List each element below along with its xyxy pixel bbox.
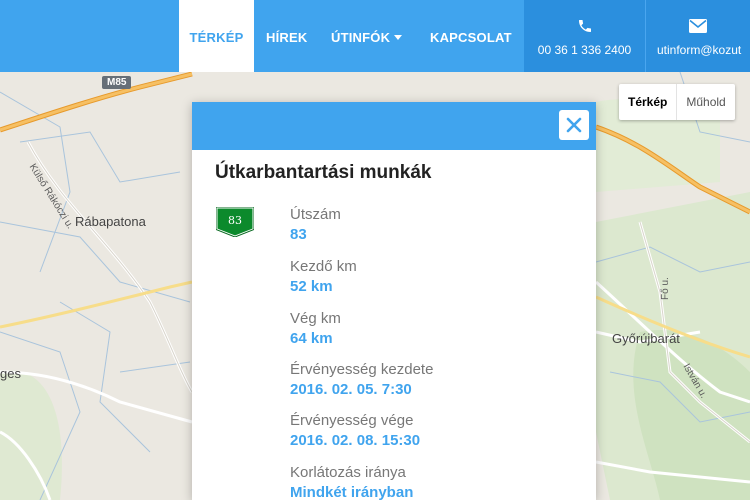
map-label-town: ges [0, 366, 21, 381]
field-valid-to: Érvényesség vége 2016. 02. 08. 15:30 [290, 412, 420, 450]
field-start-km: Kezdő km 52 km [290, 258, 357, 296]
panel-header [192, 102, 596, 150]
field-label: Érvényesség kezdete [290, 361, 434, 378]
email-address: utinform@kozut [657, 43, 742, 57]
field-value: 64 km [290, 330, 333, 347]
field-label: Korlátozás iránya [290, 464, 406, 481]
map-type-muhold[interactable]: Műhold [677, 84, 734, 120]
panel-title: Útkarbantartási munkák [215, 162, 432, 183]
map-label-town: Rábapatona [75, 214, 146, 229]
field-label: Vég km [290, 310, 341, 327]
envelope-icon [689, 19, 707, 33]
field-value: Mindkét irányban [290, 484, 414, 500]
field-label: Érvényesség vége [290, 412, 414, 429]
phone-contact[interactable]: 00 36 1 336 2400 [524, 0, 645, 72]
field-value: 52 km [290, 278, 333, 295]
highway-shield: M85 [102, 76, 132, 89]
road-badge-number: 83 [228, 214, 242, 227]
map-label-town: Győrújbarát [612, 331, 680, 346]
field-value: 2016. 02. 05. 7:30 [290, 381, 412, 398]
phone-icon [578, 20, 591, 32]
email-contact[interactable]: utinform@kozut [646, 0, 750, 72]
map-type-terkep[interactable]: Térkép [619, 84, 678, 120]
road-number-badge: 83 [216, 207, 254, 237]
chevron-down-icon [394, 35, 403, 41]
nav-item-kapcsolat[interactable]: KAPCSOLAT [430, 0, 512, 72]
nav-item-hirek[interactable]: HÍREK [266, 0, 307, 72]
map-type-control: Térkép Műhold [619, 84, 735, 120]
field-value: 2016. 02. 08. 15:30 [290, 432, 421, 449]
field-end-km: Vég km 64 km [290, 310, 341, 348]
nav-item-label: HÍREK [266, 30, 308, 45]
field-label: Kezdő km [290, 258, 357, 275]
contact-divider [645, 0, 646, 72]
field-label: Útszám [290, 206, 341, 223]
close-button[interactable] [559, 110, 589, 140]
field-road-number: Útszám 83 [290, 206, 341, 244]
nav-item-label: TÉRKÉP [189, 30, 244, 45]
nav-item-label: KAPCSOLAT [430, 30, 512, 45]
field-value: 83 [290, 226, 307, 243]
field-direction: Korlátozás iránya Mindkét irányban [290, 464, 413, 500]
top-navbar: TÉRKÉP HÍREK ÚTINFÓK KAPCSOLAT 00 36 1 3… [0, 0, 750, 72]
field-valid-from: Érvényesség kezdete 2016. 02. 05. 7:30 [290, 361, 433, 399]
roadwork-info-panel: Útkarbantartási munkák 83 Útszám 83 Kezd… [192, 102, 596, 500]
phone-number: 00 36 1 336 2400 [537, 43, 632, 57]
close-icon [566, 117, 582, 133]
nav-item-label: ÚTINFÓK [331, 30, 391, 45]
map-label-street: Fő u. [660, 277, 671, 300]
nav-item-terkep[interactable]: TÉRKÉP [179, 0, 254, 72]
nav-item-utinfok[interactable]: ÚTINFÓK [331, 0, 403, 72]
